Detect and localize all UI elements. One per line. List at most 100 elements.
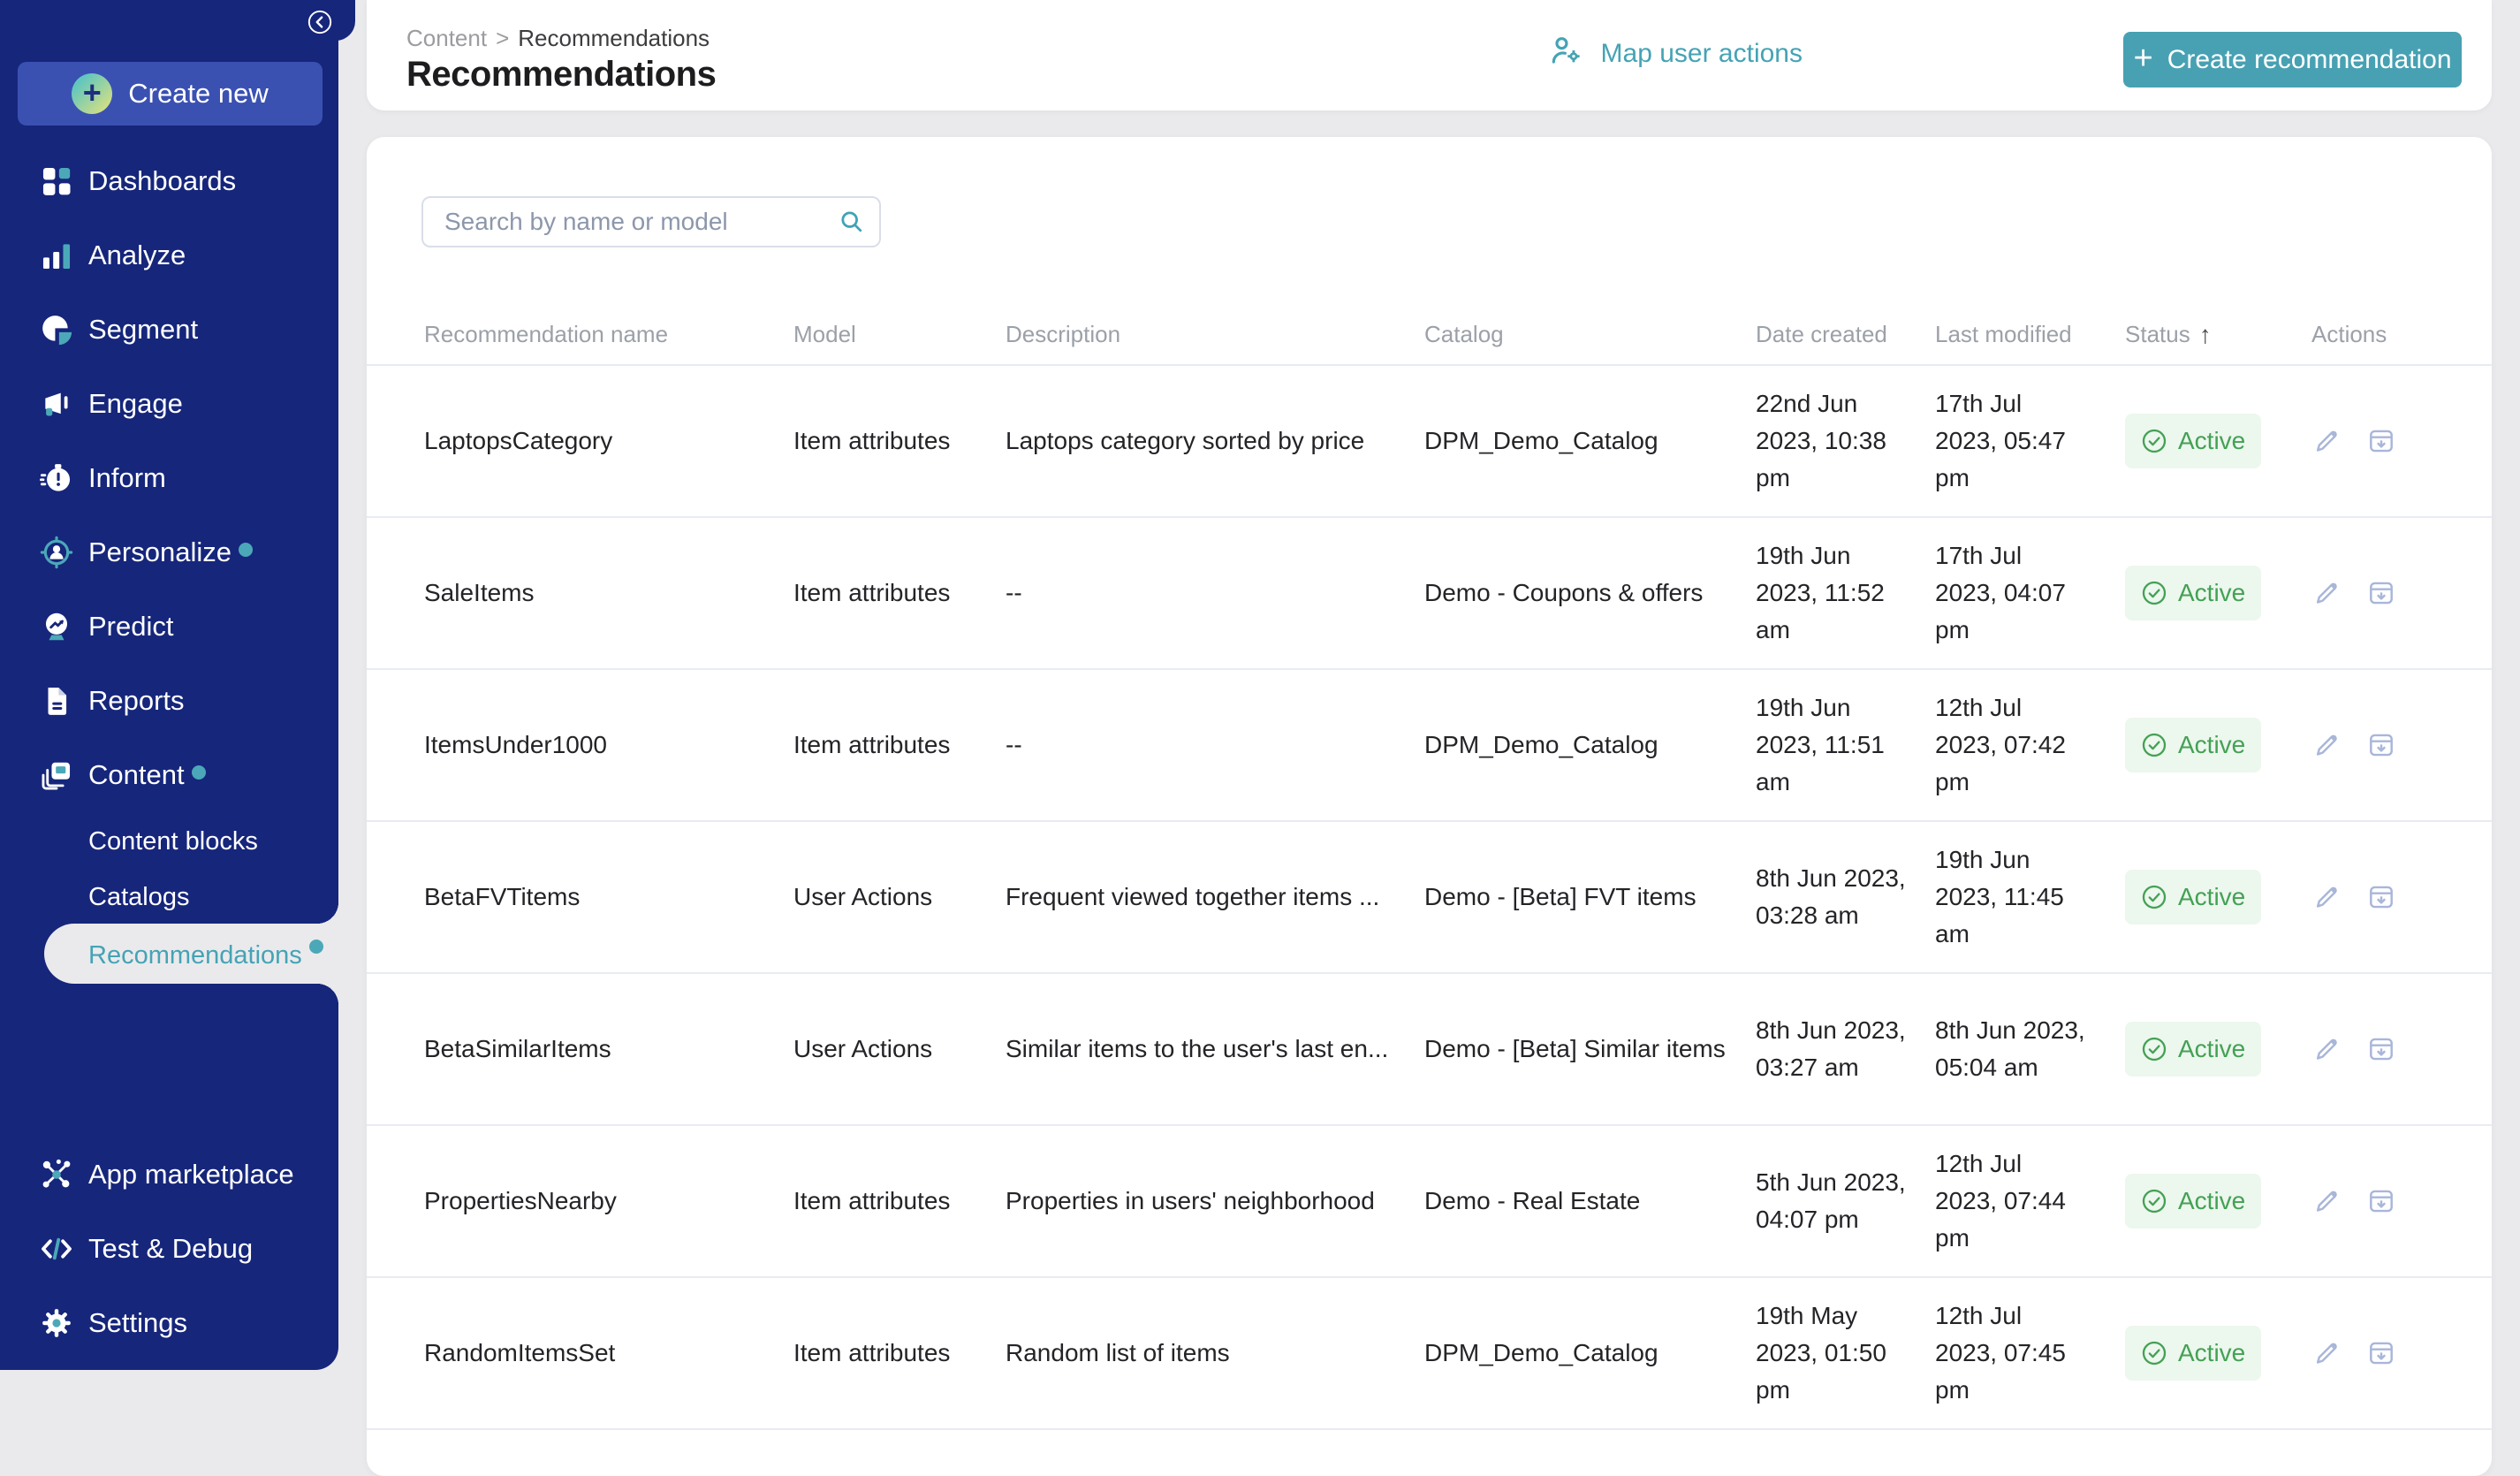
sidebar-item-content[interactable]: Content [0,738,338,812]
sidebar-item-dashboards[interactable]: Dashboards [0,144,338,218]
status-badge: Active [2125,1174,2261,1229]
cell-model: User Actions [793,1031,1006,1068]
cell-last-modified: 12th Jul 2023, 07:44 pm [1935,1145,2125,1257]
notification-dot [192,765,206,780]
sub-item-label: Catalogs [88,883,189,912]
archive-box-icon [2367,579,2395,607]
archive-button[interactable] [2366,1338,2396,1368]
code-brackets-icon [39,1231,74,1267]
sidebar-item-analyze[interactable]: Analyze [0,218,338,293]
archive-button[interactable] [2366,426,2396,456]
pencil-icon [2312,883,2341,911]
check-circle-icon [2141,1340,2167,1366]
cell-status: Active [2125,718,2311,772]
cell-catalog: DPM_Demo_Catalog [1424,422,1756,460]
table-row[interactable]: RandomItemsSet Item attributes Random li… [367,1278,2492,1430]
cell-catalog: DPM_Demo_Catalog [1424,727,1756,764]
cell-date-created: 19th Jun 2023, 11:51 am [1756,689,1935,801]
table-row[interactable]: PropertiesNearby Item attributes Propert… [367,1126,2492,1278]
cell-actions [2311,730,2465,760]
column-header-model: Model [793,321,1006,348]
sidebar-item-app-marketplace[interactable]: App marketplace [0,1137,338,1212]
search-input[interactable] [421,196,881,247]
cell-status: Active [2125,566,2311,620]
status-badge: Active [2125,414,2261,468]
bar-chart-icon [39,238,74,273]
create-new-button[interactable]: + Create new [18,62,323,126]
cell-recommendation-name: PropertiesNearby [424,1183,793,1220]
sidebar-item-test-debug[interactable]: Test & Debug [0,1212,338,1286]
archive-button[interactable] [2366,730,2396,760]
sidebar-item-predict[interactable]: Predict [0,590,338,664]
sidebar-item-settings[interactable]: Settings [0,1286,338,1360]
sidebar-item-segment[interactable]: Segment [0,293,338,367]
check-circle-icon [2141,732,2167,758]
sidebar-item-label: Engage [88,388,183,420]
cell-status: Active [2125,870,2311,924]
table-row[interactable]: ItemsUnder1000 Item attributes -- DPM_De… [367,670,2492,822]
table-row[interactable]: SaleItems Item attributes -- Demo - Coup… [367,518,2492,670]
cell-catalog: Demo - [Beta] FVT items [1424,879,1756,916]
archive-box-icon [2367,1035,2395,1063]
create-recommendation-button[interactable]: + Create recommendation [2123,32,2462,87]
sidebar-item-catalogs[interactable]: Catalogs [0,870,338,925]
breadcrumb-current: Recommendations [518,25,710,51]
edit-button[interactable] [2311,1338,2342,1368]
personalize-target-icon [39,535,74,570]
archive-box-icon [2367,1187,2395,1215]
archive-button[interactable] [2366,578,2396,608]
sidebar-collapse-button[interactable] [307,10,332,34]
sidebar-item-content-blocks[interactable]: Content blocks [0,814,338,870]
map-user-actions-link[interactable]: Map user actions [1550,35,1803,72]
cell-recommendation-name: RandomItemsSet [424,1335,793,1372]
sidebar-top-tab [0,0,355,41]
edit-button[interactable] [2311,426,2342,456]
cell-description: Similar items to the user's last en... [1006,1031,1424,1068]
cell-actions [2311,426,2465,456]
sidebar-item-inform[interactable]: Inform [0,441,338,515]
archive-button[interactable] [2366,882,2396,912]
sidebar-item-label: App marketplace [88,1159,294,1191]
check-circle-icon [2141,580,2167,606]
sort-ascending-icon: ↑ [2199,321,2212,349]
edit-button[interactable] [2311,578,2342,608]
table-row[interactable]: LaptopsCategory Item attributes Laptops … [367,366,2492,518]
cell-last-modified: 17th Jul 2023, 04:07 pm [1935,537,2125,649]
plus-icon: + [2133,45,2152,72]
cell-description: Random list of items [1006,1335,1424,1372]
archive-button[interactable] [2366,1186,2396,1216]
cell-recommendation-name: ItemsUnder1000 [424,727,793,764]
column-header-status[interactable]: Status↑ [2125,321,2311,349]
pill-notch-bottom [317,984,338,1005]
search-icon[interactable] [839,209,865,235]
sub-item-label: Recommendations [88,941,302,970]
gear-icon [39,1305,74,1341]
breadcrumb: Content > Recommendations [406,25,710,52]
archive-button[interactable] [2366,1034,2396,1064]
edit-button[interactable] [2311,1034,2342,1064]
pencil-icon [2312,427,2341,455]
check-circle-icon [2141,1188,2167,1214]
column-header-date-created: Date created [1756,321,1935,348]
edit-button[interactable] [2311,1186,2342,1216]
cell-catalog: Demo - [Beta] Similar items [1424,1031,1756,1068]
sidebar-item-engage[interactable]: Engage [0,367,338,441]
sidebar-item-label: Personalize [88,536,232,568]
archive-box-icon [2367,1339,2395,1367]
crystal-ball-icon [39,609,74,644]
breadcrumb-separator: > [496,25,509,51]
cell-description: Laptops category sorted by price [1006,422,1424,460]
edit-button[interactable] [2311,730,2342,760]
sidebar-item-reports[interactable]: Reports [0,664,338,738]
cell-status: Active [2125,1174,2311,1229]
edit-button[interactable] [2311,882,2342,912]
table-row[interactable]: BetaFVTitems User Actions Frequent viewe… [367,822,2492,974]
table-row[interactable]: BetaSimilarItems User Actions Similar it… [367,974,2492,1126]
page-title: Recommendations [406,55,716,95]
breadcrumb-parent[interactable]: Content [406,25,487,51]
sub-item-label: Content blocks [88,827,258,856]
sidebar-item-label: Dashboards [88,165,236,197]
plus-icon: + [72,73,112,114]
sidebar-bottom-nav: App marketplace Test & Debug Settings [0,1137,338,1360]
sidebar-item-personalize[interactable]: Personalize [0,515,338,590]
